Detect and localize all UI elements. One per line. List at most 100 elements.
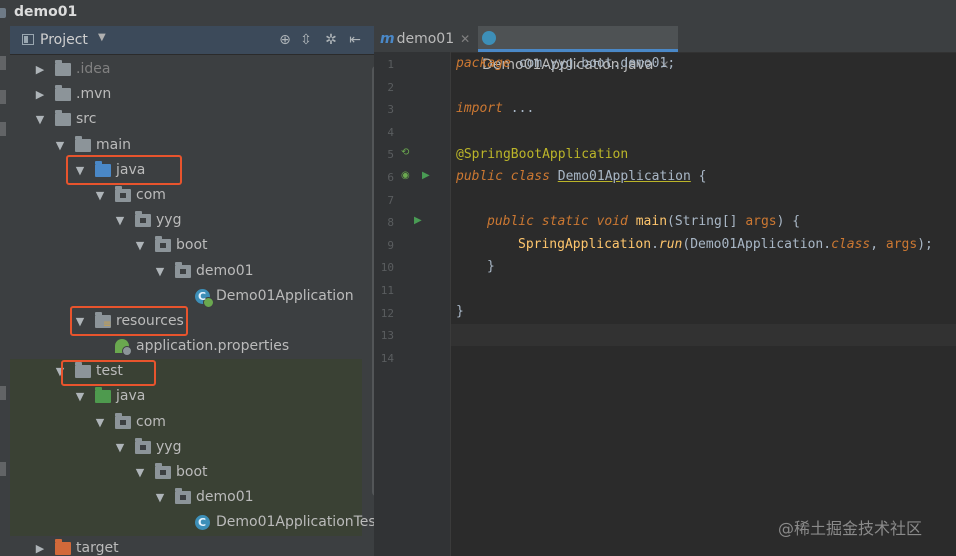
tool-window-button[interactable]	[0, 122, 6, 136]
chevron-down-icon[interactable]: ▼	[54, 133, 66, 158]
chevron-down-icon[interactable]: ▼	[114, 435, 126, 460]
tree-item-label: src	[76, 111, 97, 128]
folder-icon	[75, 362, 91, 379]
chevron-down-icon[interactable]: ▼	[134, 233, 146, 258]
tree-item-java[interactable]: ▼ java	[10, 158, 362, 183]
chevron-down-icon[interactable]: ▼	[114, 208, 126, 233]
folder-icon	[75, 135, 91, 152]
tree-item-label: boot	[176, 237, 208, 254]
code-line-11: }	[487, 259, 495, 274]
line-number: 1	[387, 58, 394, 71]
tree-item-demo01application[interactable]: Demo01Application	[10, 284, 362, 309]
run-icon[interactable]: ▶	[422, 170, 430, 181]
tree-item-label: java	[116, 161, 146, 178]
folder-icon	[55, 60, 71, 76]
chevron-down-icon[interactable]: ▼	[154, 485, 166, 510]
tree-item-test[interactable]: ▼ test	[10, 359, 362, 385]
close-icon[interactable]: ✕	[460, 32, 470, 46]
spring-bean-icon[interactable]: ⟲	[401, 147, 409, 158]
spring-class-icon[interactable]: ◉	[401, 170, 410, 181]
project-icon	[22, 34, 34, 45]
chevron-right-icon[interactable]: ▶	[34, 82, 46, 107]
tree-item-label: java	[116, 388, 146, 405]
code-line-3: import ...	[456, 101, 535, 116]
tree-item-label: application.properties	[136, 338, 290, 355]
tree-item-src[interactable]: ▼ src	[10, 107, 362, 132]
line-number: 14	[380, 351, 394, 365]
tree-item-yyg[interactable]: ▼ yyg	[10, 434, 362, 460]
window-title: demo01	[14, 4, 78, 20]
tree-item-main[interactable]: ▼ main	[10, 133, 362, 158]
title-bar: demo01	[0, 0, 956, 27]
package-icon	[155, 236, 171, 253]
folder-icon	[55, 110, 71, 127]
tree-item-demo01applicationtests[interactable]: Demo01ApplicationTests	[10, 510, 374, 536]
tree-item-application-properties[interactable]: application.properties	[10, 334, 362, 359]
hide-icon[interactable]: ⇤	[346, 31, 364, 49]
package-icon	[135, 437, 151, 454]
tree-item-demo01[interactable]: ▼ demo01	[10, 485, 362, 511]
spring-class-icon	[482, 31, 496, 45]
source-folder-icon	[95, 160, 111, 177]
tree-item-java[interactable]: ▼ java	[10, 384, 362, 410]
tree-item-com[interactable]: ▼ com	[10, 183, 362, 208]
tree-item-boot[interactable]: ▼ boot	[10, 233, 362, 258]
tool-window-button[interactable]	[0, 462, 6, 476]
module-icon: m	[380, 31, 395, 47]
spring-properties-icon	[115, 339, 132, 357]
tool-window-button[interactable]	[0, 90, 6, 104]
project-view-selector[interactable]: Project	[40, 32, 88, 48]
gear-icon[interactable]: ✲	[322, 31, 340, 49]
chevron-right-icon[interactable]: ▶	[34, 57, 46, 82]
chevron-down-icon[interactable]: ▼	[74, 158, 86, 183]
package-icon	[175, 261, 191, 278]
tree-item-resources[interactable]: ▼ resources	[10, 309, 362, 337]
tree-item-label: com	[136, 413, 166, 430]
package-icon	[175, 488, 191, 505]
tree-item-com[interactable]: ▼ com	[10, 409, 362, 435]
code-line-9: public static void main(String[] args) {	[487, 214, 801, 229]
chevron-down-icon[interactable]: ▼	[34, 107, 46, 132]
tool-window-button[interactable]	[0, 56, 6, 70]
editor-gutter: ⟲ ◉ ▶ ▶ 1 2 3 4 5 6 7 8 9 10 11 12 13 14	[374, 52, 451, 556]
tool-window-button[interactable]	[0, 386, 6, 400]
code-editor[interactable]: package com.yyg.boot.demo01; import ... …	[451, 52, 956, 556]
tree-item-boot[interactable]: ▼ boot	[10, 460, 362, 486]
line-number: 9	[387, 238, 394, 252]
tab-demo01application-java[interactable]: Demo01Application.java ✕	[478, 26, 678, 73]
chevron-down-icon[interactable]: ▼	[134, 460, 146, 485]
tree-item-demo01[interactable]: ▼ demo01	[10, 259, 362, 284]
line-number: 7	[387, 193, 394, 207]
resources-folder-icon	[95, 311, 111, 337]
chevron-right-icon[interactable]: ▶	[34, 536, 46, 556]
collapse-icon[interactable]: ⇳	[297, 31, 315, 49]
chevron-down-icon[interactable]: ▼	[74, 384, 86, 409]
code-line-13: }	[456, 304, 464, 319]
editor-tab-bar: m demo01 ✕ Demo01Application.java ✕	[374, 26, 956, 73]
chevron-down-icon[interactable]: ▼	[94, 183, 106, 208]
crosshair-icon[interactable]: ⊕	[276, 31, 294, 49]
project-panel: Project ▼ ⊕ ⇳ ✲ ⇤ ▶ .idea ▶ .mvn ▼ src ▼ main ▼ j…	[10, 26, 374, 556]
tab-demo01[interactable]: m demo01 ✕	[380, 26, 476, 52]
line-number: 6	[387, 171, 394, 184]
tree-item-idea[interactable]: ▶ .idea	[10, 57, 362, 82]
code-line-1: package com.yyg.boot.demo01;	[456, 56, 676, 71]
tree-item-label: .mvn	[76, 86, 112, 103]
line-number: 2	[387, 80, 394, 94]
tree-item-target[interactable]: ▶ target	[10, 536, 362, 556]
chevron-down-icon[interactable]: ▼	[98, 32, 106, 43]
tree-item-label: Demo01Application	[216, 287, 354, 304]
run-icon[interactable]: ▶	[414, 215, 422, 226]
line-number: 10	[380, 261, 394, 275]
tree-item-yyg[interactable]: ▼ yyg	[10, 208, 362, 233]
package-icon	[155, 463, 171, 479]
code-line-7: public class Demo01Application {	[456, 169, 707, 184]
chevron-down-icon[interactable]: ▼	[54, 359, 66, 384]
tree-item-mvn[interactable]: ▶ .mvn	[10, 82, 362, 107]
class-icon	[195, 510, 210, 535]
module-icon	[0, 8, 6, 18]
package-icon	[115, 412, 131, 429]
chevron-down-icon[interactable]: ▼	[74, 309, 86, 334]
chevron-down-icon[interactable]: ▼	[154, 259, 166, 284]
chevron-down-icon[interactable]: ▼	[94, 410, 106, 435]
